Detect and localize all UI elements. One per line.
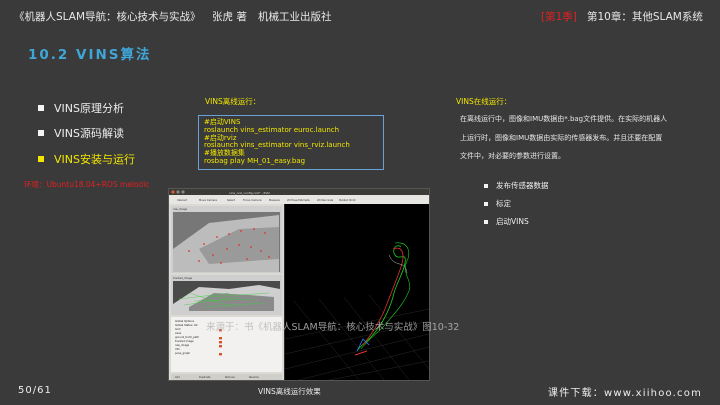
code-block: #启动VINS roslaunch vins_estimator euroc.l… bbox=[198, 115, 384, 170]
tree-item[interactable]: Grid bbox=[175, 327, 181, 331]
list-item-source[interactable]: VINS源码解读 bbox=[38, 125, 124, 141]
online-item-label: 启动VINS bbox=[496, 217, 529, 226]
online-item[interactable]: 发布传感器数据 bbox=[484, 180, 549, 191]
square-bullet-icon bbox=[38, 130, 44, 136]
tree-item[interactable]: VIO bbox=[175, 347, 180, 351]
download-link[interactable]: 课件下载：www.xiihoo.com bbox=[548, 384, 702, 399]
online-item[interactable]: 启动VINS bbox=[484, 216, 529, 227]
list-item-label: VINS源码解读 bbox=[54, 127, 124, 140]
chapter-title: 第10章：其他SLAM系统 bbox=[587, 11, 703, 23]
toolbar-2d-pose[interactable]: 2D Pose Estimate bbox=[287, 198, 310, 202]
toolbar-interact[interactable]: Interact bbox=[177, 198, 187, 202]
tree-item[interactable]: raw_image bbox=[175, 343, 190, 347]
duplicate-button[interactable]: Duplicate bbox=[199, 376, 211, 379]
page-number: 50/61 bbox=[18, 385, 52, 396]
add-button[interactable]: Add bbox=[175, 376, 180, 379]
figure-caption: VINS离线运行效果 bbox=[258, 387, 321, 396]
tree-item[interactable]: Global Status: Ok bbox=[175, 323, 198, 327]
rviz-screenshot: vins_rviz_config.rviz* - RViz Interact M… bbox=[168, 188, 430, 381]
toolbar-measure[interactable]: Measure bbox=[269, 198, 280, 202]
square-bullet-icon bbox=[484, 183, 488, 188]
offline-title: VINS离线运行： bbox=[205, 97, 261, 106]
online-item-label: 发布传感器数据 bbox=[496, 181, 549, 190]
publisher: 机械工业出版社 bbox=[258, 11, 332, 23]
author: 张虎 著 bbox=[212, 11, 247, 23]
book-title: 《机器人SLAM导航：核心技术与实战》 bbox=[14, 11, 201, 23]
tree-item[interactable]: Axes bbox=[175, 331, 182, 335]
online-title: VINS在线运行： bbox=[456, 97, 512, 106]
square-bullet-icon bbox=[484, 219, 488, 224]
list-item-principle[interactable]: VINS原理分析 bbox=[38, 100, 124, 116]
source-watermark: 来源于：书《机器人SLAM导航：核心技术与实战》图10-32 bbox=[206, 322, 460, 333]
square-bullet-icon bbox=[484, 201, 488, 206]
online-item-label: 标定 bbox=[496, 199, 511, 208]
code-line: rosbag play MH_01_easy.bag bbox=[204, 156, 306, 165]
match-panel-title: tracked_image bbox=[173, 276, 193, 280]
square-bullet-icon bbox=[38, 156, 44, 162]
chapter-tag: [第1季] bbox=[541, 11, 577, 23]
online-description-line: 在离线运行中，图像和IMU数据由*.bag文件提供。在实际的机器人 bbox=[460, 115, 668, 123]
online-description-line: 上运行时，图像和IMU数据由实际的传感器发布。并且还要在配置 bbox=[460, 134, 663, 142]
tree-item[interactable]: pose_graph bbox=[175, 351, 190, 355]
square-bullet-icon bbox=[38, 105, 44, 111]
toolbar-publish-point[interactable]: Publish Point bbox=[339, 198, 356, 202]
rviz-window: vins_rviz_config.rviz* - RViz Interact M… bbox=[169, 189, 430, 381]
environment-note: 环境：Ubuntu18.04+ROS melodic bbox=[24, 180, 150, 189]
list-item-install[interactable]: VINS安装与运行 bbox=[38, 151, 135, 167]
online-description-line: 文件中，对必要的参数进行设置。 bbox=[460, 152, 565, 160]
tree-item[interactable]: ground_truth_path bbox=[175, 335, 199, 339]
rviz-title: vins_rviz_config.rviz* - RViz bbox=[229, 191, 270, 195]
remove-button[interactable]: Remove bbox=[225, 376, 235, 379]
toolbar-move-camera[interactable]: Move Camera bbox=[199, 198, 217, 202]
list-item-label: VINS原理分析 bbox=[54, 102, 124, 115]
image-panel-title: raw_image bbox=[173, 207, 188, 211]
tree-item[interactable]: Global Options bbox=[175, 319, 195, 323]
online-item[interactable]: 标定 bbox=[484, 198, 511, 209]
section-title: 10.2 VINS算法 bbox=[28, 47, 152, 63]
toolbar-2d-nav[interactable]: 2D Nav Goal bbox=[317, 198, 334, 202]
rename-button[interactable]: Rename bbox=[249, 376, 259, 379]
toolbar-select[interactable]: Select bbox=[227, 198, 235, 202]
list-item-label: VINS安装与运行 bbox=[54, 153, 135, 166]
tree-item[interactable]: tracked image bbox=[175, 339, 194, 343]
toolbar-focus-camera[interactable]: Focus Camera bbox=[243, 198, 262, 202]
